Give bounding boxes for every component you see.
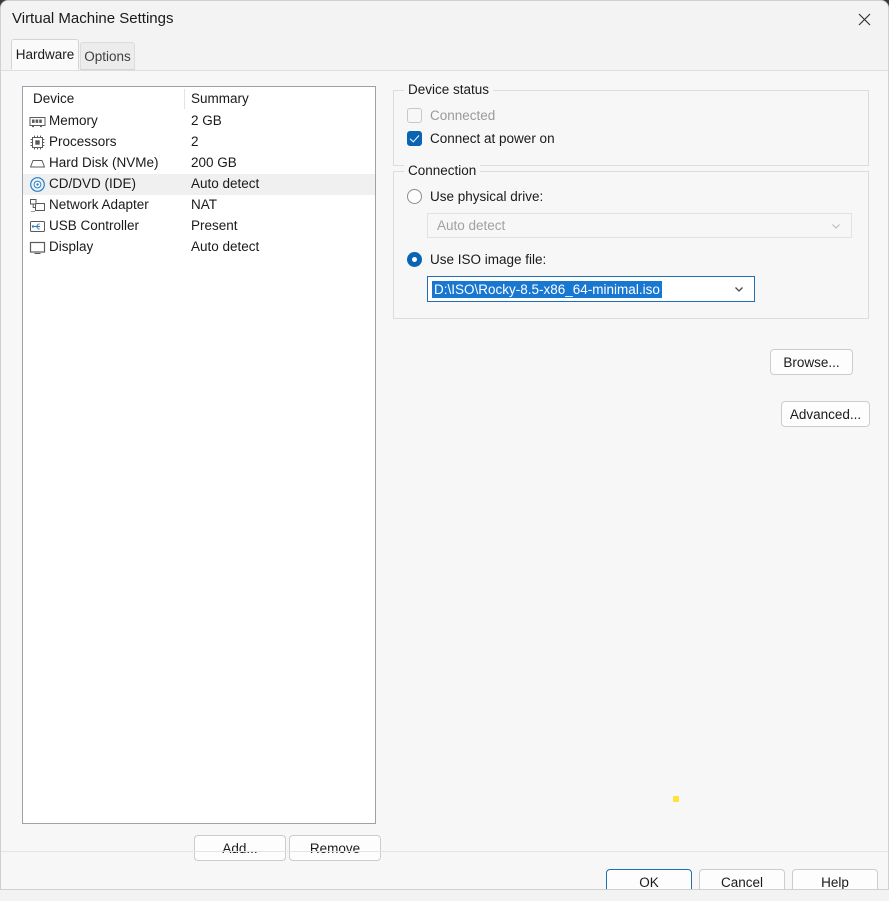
device-summary: Present — [191, 218, 238, 233]
chevron-down-icon — [830, 220, 842, 232]
device-label: Network Adapter — [49, 197, 149, 212]
use-iso-image-label: Use ISO image file: — [430, 252, 547, 267]
close-icon[interactable] — [841, 1, 888, 38]
hard-disk-icon — [29, 155, 46, 172]
device-summary: 200 GB — [191, 155, 237, 170]
column-header-summary: Summary — [191, 91, 249, 106]
connected-checkbox[interactable]: Connected — [407, 108, 495, 123]
device-label: Memory — [49, 113, 98, 128]
iso-path-value[interactable]: D:\ISO\Rocky-8.5-x86_64-minimal.iso — [432, 280, 662, 298]
memory-icon — [29, 113, 46, 130]
cancel-button-label: Cancel — [720, 874, 764, 890]
table-row[interactable]: CD/DVD (IDE) Auto detect — [23, 174, 375, 195]
remove-button-label: Remove — [309, 840, 361, 856]
table-row[interactable]: Hard Disk (NVMe) 200 GB — [23, 153, 375, 174]
device-label: USB Controller — [49, 218, 140, 233]
device-summary: Auto detect — [191, 239, 260, 254]
use-physical-drive-label: Use physical drive: — [430, 189, 544, 204]
help-button[interactable]: Help — [792, 869, 878, 890]
display-icon — [29, 239, 46, 256]
table-row[interactable]: USB Controller Present — [23, 216, 375, 237]
physical-drive-value: Auto detect — [437, 218, 506, 233]
device-summary: NAT — [191, 197, 217, 212]
remove-button[interactable]: Remove — [289, 835, 381, 861]
title-bar: Virtual Machine Settings — [1, 1, 888, 39]
add-button-label: Add... — [222, 840, 258, 856]
radio-circle — [407, 252, 422, 267]
device-status-group: Device status Connected Connect at power… — [393, 82, 869, 166]
screen: Virtual Machine Settings Hardware Option… — [0, 0, 889, 901]
advanced-button-label: Advanced... — [789, 406, 862, 422]
use-physical-drive-radio[interactable]: Use physical drive: — [407, 189, 543, 204]
cd-dvd-icon — [29, 176, 46, 193]
table-row[interactable]: Memory 2 GB — [23, 111, 375, 132]
ok-button-label: OK — [639, 874, 659, 890]
usb-controller-icon — [29, 218, 46, 235]
window-title: Virtual Machine Settings — [12, 10, 174, 27]
hardware-panel: Device Summary Memory 2 GB Processors 2 … — [1, 71, 888, 890]
chevron-down-icon[interactable] — [733, 283, 745, 295]
device-status-legend: Device status — [404, 82, 494, 97]
device-list[interactable]: Device Summary Memory 2 GB Processors 2 … — [22, 86, 376, 824]
checkbox-box — [407, 131, 422, 146]
tab-options-label: Options — [84, 48, 131, 64]
device-summary: Auto detect — [191, 176, 260, 191]
footer-separator — [1, 851, 888, 852]
device-label: Hard Disk (NVMe) — [49, 155, 159, 170]
virtual-machine-settings-dialog: Virtual Machine Settings Hardware Option… — [0, 0, 889, 890]
table-row[interactable]: Processors 2 — [23, 132, 375, 153]
browse-button-label: Browse... — [783, 354, 840, 370]
cursor-artifact — [673, 796, 679, 802]
use-iso-image-radio[interactable]: Use ISO image file: — [407, 252, 546, 267]
column-header-device: Device — [33, 91, 75, 106]
physical-drive-combobox[interactable]: Auto detect — [427, 213, 852, 238]
tab-options[interactable]: Options — [80, 42, 135, 70]
connection-legend: Connection — [404, 163, 481, 178]
device-summary: 2 — [191, 134, 199, 149]
radio-circle — [407, 189, 422, 204]
device-list-header: Device Summary — [23, 87, 375, 111]
connect-at-power-on-label: Connect at power on — [430, 131, 555, 146]
iso-path-combobox[interactable]: D:\ISO\Rocky-8.5-x86_64-minimal.iso — [427, 276, 755, 302]
device-label: CD/DVD (IDE) — [49, 176, 136, 191]
ok-button[interactable]: OK — [606, 869, 692, 890]
cancel-button[interactable]: Cancel — [699, 869, 785, 890]
device-summary: 2 GB — [191, 113, 222, 128]
tab-hardware[interactable]: Hardware — [11, 39, 79, 70]
help-button-label: Help — [821, 874, 849, 890]
table-row[interactable]: Display Auto detect — [23, 237, 375, 258]
network-adapter-icon — [29, 197, 46, 214]
browse-button[interactable]: Browse... — [770, 349, 853, 375]
connect-at-power-on-checkbox[interactable]: Connect at power on — [407, 131, 555, 146]
tab-strip: Hardware Options — [1, 39, 888, 72]
connection-group: Connection Use physical drive: Auto dete… — [393, 163, 869, 319]
device-label: Processors — [49, 134, 117, 149]
device-label: Display — [49, 239, 94, 254]
column-divider — [184, 89, 185, 109]
connected-checkbox-label: Connected — [430, 108, 496, 123]
processor-icon — [29, 134, 46, 151]
checkbox-box — [407, 108, 422, 123]
table-row[interactable]: Network Adapter NAT — [23, 195, 375, 216]
tab-hardware-label: Hardware — [15, 47, 75, 62]
advanced-button[interactable]: Advanced... — [781, 401, 870, 427]
add-button[interactable]: Add... — [194, 835, 286, 861]
